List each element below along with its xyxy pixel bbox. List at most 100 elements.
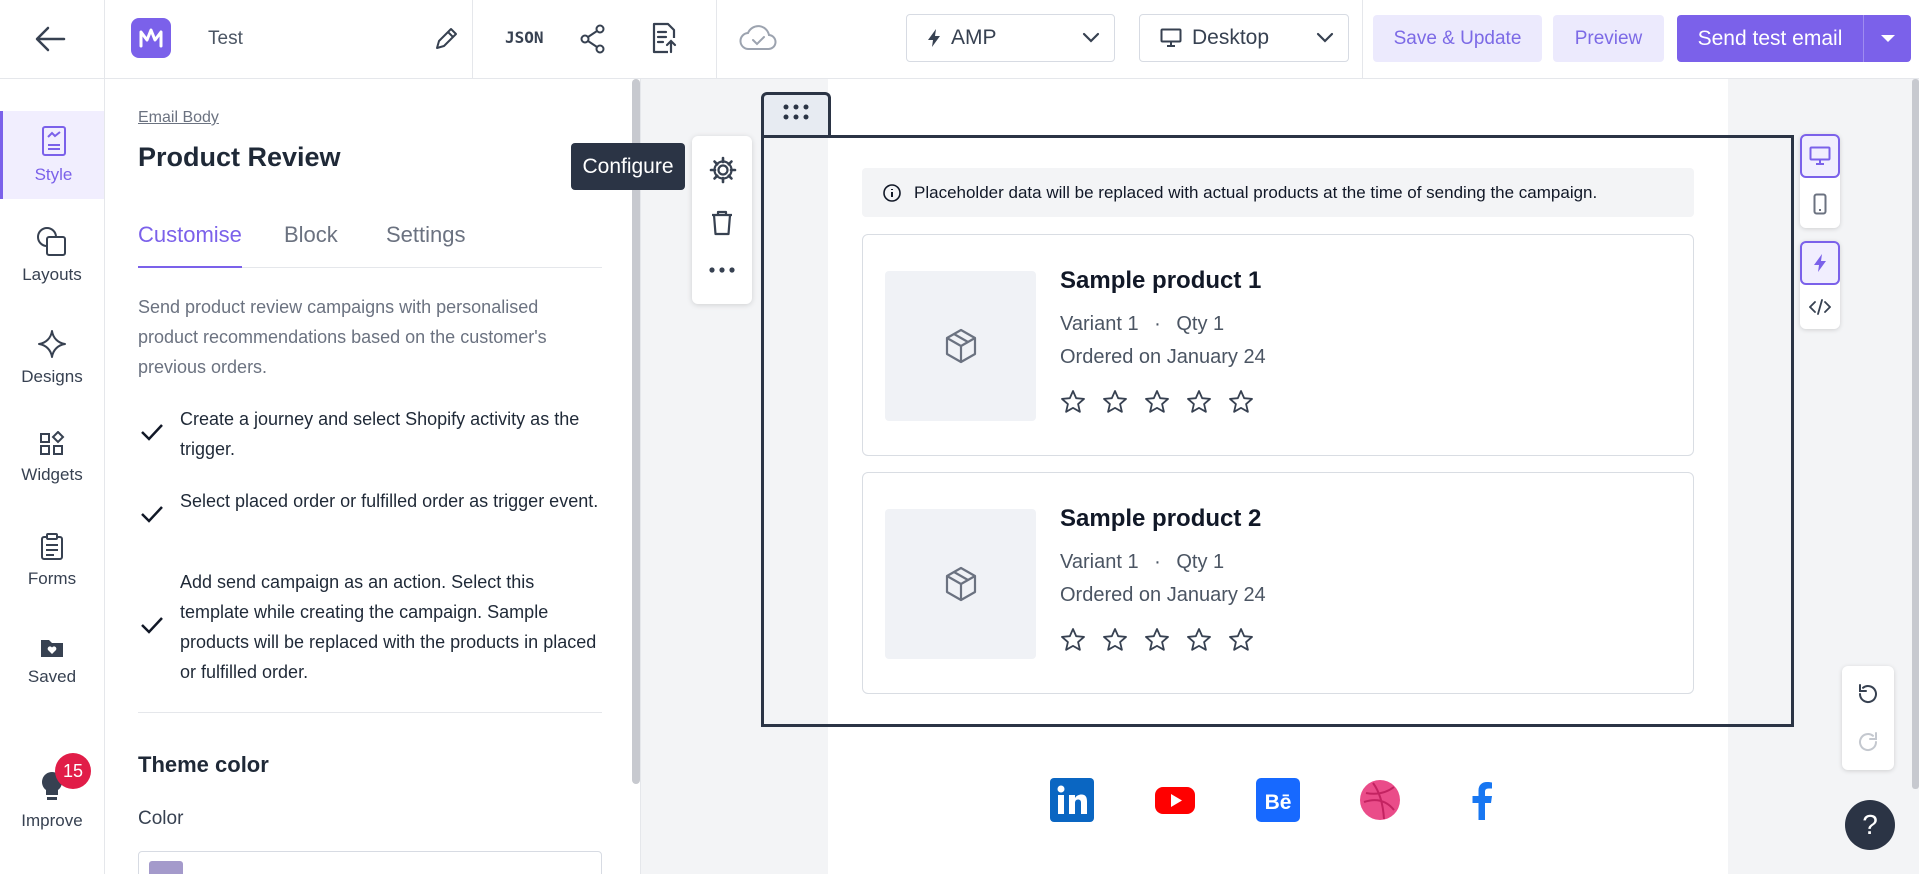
linkedin-icon[interactable] [1050,778,1094,822]
folder-heart-icon [39,637,65,659]
package-icon [941,564,981,604]
info-icon [882,183,902,203]
layouts-icon [35,225,69,257]
star-icon[interactable] [1186,389,1228,415]
star-rating[interactable] [1060,389,1270,415]
product-variant: Variant 1 [1060,551,1139,573]
pencil-icon[interactable] [433,26,459,52]
sparkle-icon [37,329,67,359]
star-icon[interactable] [1060,627,1102,653]
star-icon[interactable] [1144,627,1186,653]
block-toolbar [692,136,752,304]
send-test-email-button[interactable]: Send test email [1677,15,1911,62]
star-icon[interactable] [1102,389,1144,415]
export-document-icon[interactable] [651,22,677,54]
history-controls [1842,666,1894,770]
dribbble-icon[interactable] [1358,778,1402,822]
chevron-down-icon[interactable] [1864,34,1911,44]
rail-item-label: Improve [21,811,83,830]
checklist-item: Select placed order or fulfilled order a… [140,486,600,523]
format-select[interactable]: AMP [906,14,1115,62]
product-name: Sample product 1 [1060,267,1262,294]
widgets-icon [39,431,65,457]
gear-icon[interactable] [709,156,737,184]
json-button[interactable]: JSON [505,28,544,47]
star-icon[interactable] [1186,627,1228,653]
more-options-icon[interactable] [708,266,736,274]
trash-icon[interactable] [710,210,734,236]
back-arrow-icon[interactable] [34,24,66,54]
left-rail: Style Layouts Designs Widgets Forms Save… [0,79,105,874]
save-update-button[interactable]: Save & Update [1373,15,1542,62]
product-variant-line: Variant 1 · Qty 1 [1060,313,1225,335]
behance-icon[interactable]: Bē [1256,778,1300,822]
divider [138,712,602,713]
template-title[interactable]: Test [208,28,243,50]
clipboard-icon [40,533,64,561]
rail-item-saved[interactable]: Saved [0,637,104,687]
star-icon[interactable] [1144,389,1186,415]
send-test-email-label: Send test email [1697,26,1843,50]
product-variant: Variant 1 [1060,313,1139,335]
star-rating[interactable] [1060,627,1270,653]
undo-icon[interactable] [1856,682,1880,706]
panel-description: Send product review campaigns with perso… [138,297,547,377]
configure-tooltip: Configure [571,143,685,190]
tab-bar: Customise Block Settings [138,222,602,268]
tab-settings[interactable]: Settings [386,222,466,268]
tab-customise[interactable]: Customise [138,222,242,268]
product-card: Sample product 2 Variant 1 · Qty 1 Order… [862,472,1694,694]
placeholder-notice: Placeholder data will be replaced with a… [862,168,1694,217]
color-label: Color [138,808,184,829]
rail-item-layouts[interactable]: Layouts [0,225,104,285]
rail-item-label: Forms [27,569,77,588]
star-icon[interactable] [1102,627,1144,653]
question-mark-icon: ? [1862,809,1878,840]
device-select[interactable]: Desktop [1139,14,1349,62]
html-code-icon[interactable] [1800,287,1840,327]
checklist-text: Select placed order or fulfilled order a… [180,491,599,511]
desktop-view-icon[interactable] [1800,134,1840,178]
canvas-scrollbar[interactable] [1912,79,1919,789]
rail-item-label: Designs [21,367,83,386]
product-ordered-date: Ordered on January 24 [1060,584,1266,606]
top-bar: Test JSON AMP Desktop Save & Update Prev… [0,0,1919,79]
product-image-placeholder [885,271,1036,421]
star-icon[interactable] [1228,389,1270,415]
amp-lightning-icon[interactable] [1800,241,1840,285]
product-variant-line: Variant 1 · Qty 1 [1060,551,1225,573]
color-swatch[interactable] [149,861,183,874]
checkmark-icon [140,504,164,524]
color-input[interactable] [138,851,602,874]
checkmark-icon [140,422,164,442]
share-icon[interactable] [580,24,606,54]
product-qty: Qty 1 [1176,313,1225,335]
youtube-icon[interactable] [1153,778,1197,822]
tab-block[interactable]: Block [284,222,338,268]
rail-item-widgets[interactable]: Widgets [0,431,104,485]
breadcrumb[interactable]: Email Body [138,109,219,127]
drag-handle[interactable] [761,92,831,136]
star-icon[interactable] [1228,627,1270,653]
app-logo [131,18,171,58]
page-title: Product Review [138,142,341,172]
rail-item-forms[interactable]: Forms [0,533,104,589]
chevron-down-icon [1082,32,1100,44]
lightning-icon [927,28,941,48]
view-toggle-group [1800,134,1840,228]
rail-item-label: Layouts [22,265,82,284]
checklist-item: Add send campaign as an action. Select t… [140,567,600,687]
redo-icon[interactable] [1856,730,1880,754]
preview-button[interactable]: Preview [1553,15,1664,62]
format-select-value: AMP [951,26,997,49]
facebook-icon[interactable] [1460,778,1504,822]
chevron-down-icon [1316,32,1334,44]
help-button[interactable]: ? [1845,800,1895,850]
monitor-icon [1160,28,1182,48]
rail-item-style[interactable]: Style [0,111,104,199]
theme-color-heading: Theme color [138,752,269,777]
rail-item-designs[interactable]: Designs [0,329,104,387]
star-icon[interactable] [1060,389,1102,415]
mobile-view-icon[interactable] [1800,182,1840,226]
product-card: Sample product 1 Variant 1 · Qty 1 Order… [862,234,1694,456]
